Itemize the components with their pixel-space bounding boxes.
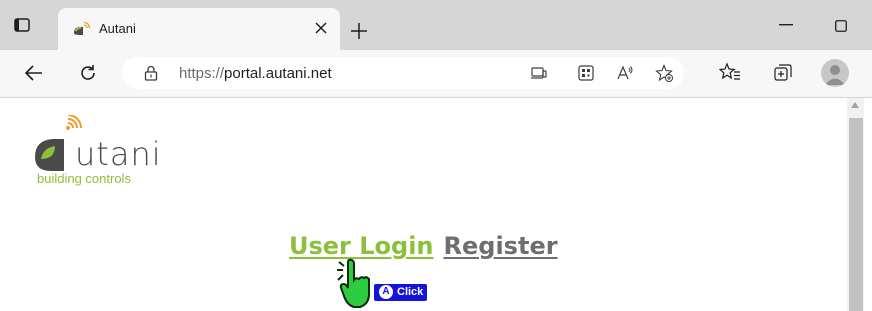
scrollbar-thumb[interactable] [849, 118, 863, 311]
lock-icon[interactable] [144, 65, 158, 81]
click-action-badge: A Click [374, 284, 428, 301]
qr-code-icon[interactable] [577, 64, 595, 82]
auth-links: User Login Register [289, 232, 558, 260]
autani-logo[interactable]: utani building controls [33, 115, 173, 190]
tab-title: Autani [99, 21, 136, 36]
url-scheme: https:// [179, 65, 225, 82]
person-icon [825, 65, 845, 85]
browser-toolbar: https://portal.autani.net [0, 50, 872, 98]
tab-actions-icon[interactable] [14, 18, 30, 32]
collections-icon[interactable] [772, 62, 794, 84]
read-aloud-icon[interactable] [616, 64, 634, 82]
maximize-window-icon[interactable] [835, 20, 847, 32]
scroll-up-arrow-icon[interactable] [851, 102, 859, 108]
browser-window: Autani https://portal.autani.net utani b… [0, 0, 872, 311]
url-host: portal.autani.net [224, 65, 332, 82]
refresh-icon[interactable] [78, 63, 98, 83]
register-link[interactable]: Register [444, 232, 558, 260]
minimize-window-icon[interactable] [779, 24, 793, 26]
install-app-icon[interactable] [530, 64, 548, 82]
vertical-scrollbar[interactable] [847, 98, 864, 311]
url-text[interactable]: https://portal.autani.net [179, 65, 332, 82]
tab-strip: Autani [0, 0, 872, 50]
tab-autani[interactable]: Autani [58, 8, 340, 50]
page-viewport: utani building controls User Login Regist… [0, 98, 872, 311]
logo-wordmark: utani [75, 135, 162, 173]
user-login-link[interactable]: User Login [289, 232, 434, 260]
autani-favicon-icon [74, 21, 90, 35]
add-favorite-icon[interactable] [655, 64, 673, 82]
logo-tagline: building controls [37, 171, 131, 186]
back-arrow-icon[interactable] [24, 63, 44, 83]
new-tab-icon[interactable] [350, 22, 368, 40]
favorites-icon[interactable] [719, 62, 741, 84]
click-key-label: A [379, 285, 393, 300]
profile-avatar[interactable] [821, 59, 849, 87]
close-tab-icon[interactable] [314, 21, 328, 35]
address-bar[interactable]: https://portal.autani.net [122, 57, 684, 89]
click-action-label: Click [397, 286, 424, 298]
